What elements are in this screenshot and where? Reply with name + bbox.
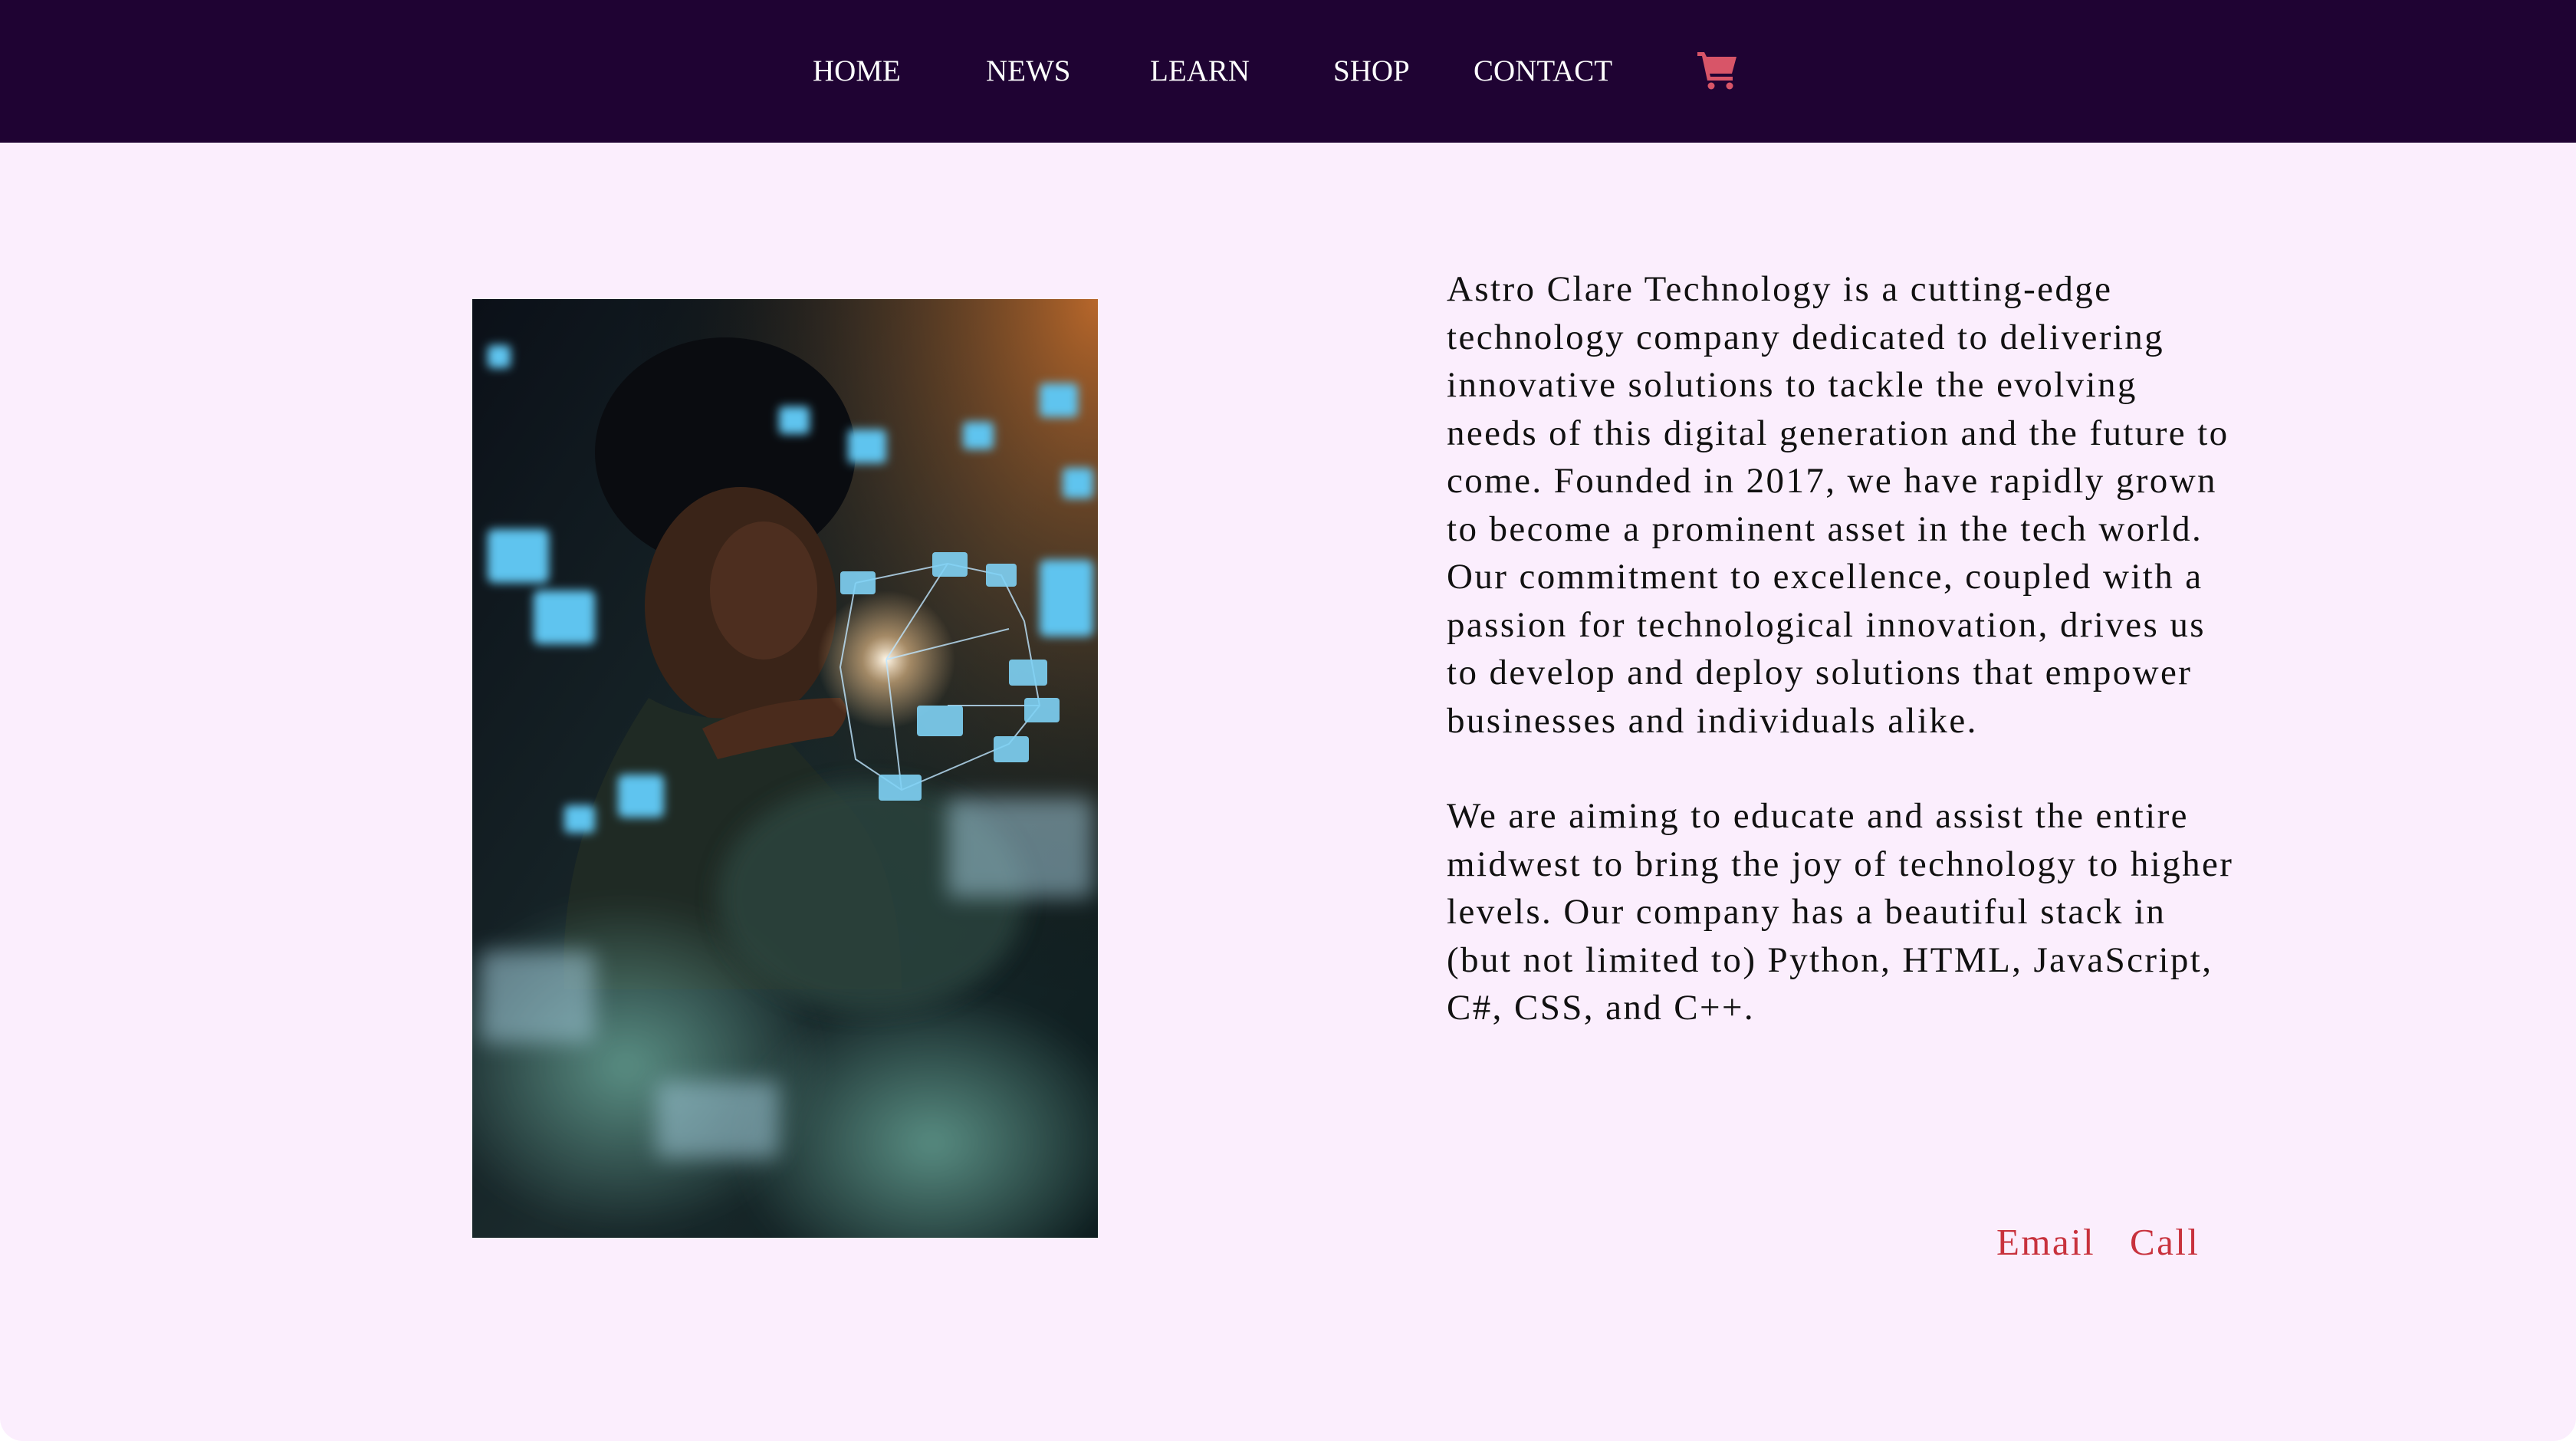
about-paragraph: Astro Clare Technology is a cutting-edge… <box>1447 269 2229 741</box>
about-text: Astro Clare Technology is a cutting-edge… <box>1447 265 2236 1080</box>
email-link[interactable]: Email <box>1996 1218 2095 1267</box>
nav-news-link[interactable]: NEWS <box>986 51 1071 92</box>
nav-learn-link[interactable]: LEARN <box>1150 51 1250 92</box>
nav-shop-link[interactable]: SHOP <box>1333 51 1410 92</box>
nav-home-link[interactable]: HOME <box>813 51 901 92</box>
shopping-cart-icon[interactable] <box>1694 46 1740 92</box>
woman-with-holographic-tech-photo <box>472 299 1098 1238</box>
mission-paragraph: We are aiming to educate and assist the … <box>1447 796 2234 1028</box>
nav-contact-link[interactable]: CONTACT <box>1474 51 1612 92</box>
page: HOME NEWS LEARN SHOP CONTACT Astro Clare… <box>0 0 2576 1441</box>
call-link[interactable]: Call <box>2130 1218 2200 1267</box>
top-navigation-bar: HOME NEWS LEARN SHOP CONTACT <box>0 0 2576 143</box>
